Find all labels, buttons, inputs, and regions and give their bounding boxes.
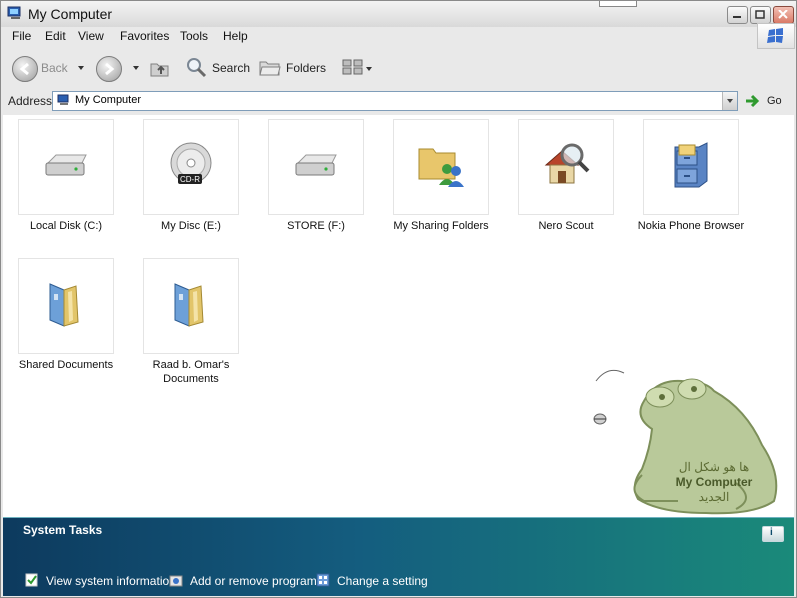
tile [18, 258, 114, 354]
info-icon: i [770, 527, 773, 538]
item-label: My Disc (E:) [161, 220, 221, 232]
windows-logo [757, 23, 795, 49]
views-dropdown-icon[interactable] [366, 67, 372, 71]
tile [268, 119, 364, 215]
tile [143, 258, 239, 354]
item-label: Local Disk (C:) [29, 220, 103, 232]
system-tasks-title: System Tasks [23, 523, 103, 537]
shared-folder-icon [418, 148, 464, 187]
title-bar[interactable]: My Computer [1, 1, 796, 27]
back-dropdown-icon[interactable] [78, 66, 84, 70]
item-label: Nero Scout [538, 220, 594, 232]
folders-icon[interactable] [259, 58, 281, 76]
forward-button[interactable] [96, 56, 122, 82]
menu-edit[interactable]: Edit [45, 29, 66, 43]
view-system-information-link[interactable]: View system information [46, 574, 176, 588]
item-label: Shared Documents [18, 359, 114, 371]
menu-file[interactable]: File [12, 29, 31, 43]
go-button[interactable]: Go [767, 95, 782, 107]
item-label: Raad b. Omar's Documents [152, 359, 230, 385]
back-button[interactable] [12, 56, 38, 82]
my-computer-icon [57, 94, 69, 105]
title-notch [599, 1, 637, 7]
tile [643, 119, 739, 215]
watermark-arabic-line: ها هو شكل ال [678, 460, 750, 474]
views-icon[interactable] [342, 59, 364, 75]
house-magnifier-icon [544, 143, 590, 184]
maximize-icon [755, 10, 765, 19]
menu-tools[interactable]: Tools [180, 29, 208, 43]
toolbar: Back Search Folders [1, 49, 796, 87]
watermark-english-line: My Computer [675, 475, 753, 489]
menu-favorites[interactable]: Favorites [120, 29, 169, 43]
back-arrow-icon [19, 62, 29, 76]
hard-disk-icon [295, 154, 337, 176]
item-label: My Sharing Folders [393, 220, 489, 232]
close-icon [778, 10, 788, 19]
cd-badge: CD-R [180, 175, 200, 184]
system-tasks-pane: System Tasks i View system information A… [3, 517, 794, 596]
minimize-icon [733, 16, 741, 18]
menu-view[interactable]: View [78, 29, 104, 43]
close-button[interactable] [773, 6, 794, 24]
forward-arrow-icon [105, 62, 115, 76]
maximize-button[interactable] [750, 6, 771, 24]
window-title: My Computer [28, 6, 113, 22]
tile [518, 119, 614, 215]
add-remove-programs-icon [169, 575, 183, 587]
forward-dropdown-icon[interactable] [133, 66, 139, 70]
go-arrow-icon[interactable] [744, 93, 762, 109]
address-label: Address [8, 94, 53, 108]
windows-flag-icon [767, 28, 783, 43]
change-a-setting-link[interactable]: Change a setting [337, 574, 428, 588]
documents-folder-icon [174, 283, 204, 327]
system-info-icon [25, 573, 38, 587]
up-folder-icon[interactable] [149, 58, 171, 78]
file-cabinet-icon [674, 142, 708, 188]
address-bar: Address My Computer Go [1, 89, 796, 113]
tile: CD-R [143, 119, 239, 215]
address-field[interactable]: My Computer [52, 91, 738, 111]
minimize-button[interactable] [727, 6, 748, 24]
cd-drive-icon: CD-R [170, 142, 212, 184]
menu-bar: File Edit View Favorites Tools Help [1, 27, 796, 47]
tile [18, 119, 114, 215]
hard-disk-icon [45, 154, 87, 176]
item-label: Nokia Phone Browser [637, 220, 745, 232]
my-computer-icon [7, 6, 21, 19]
address-dropdown-button[interactable] [722, 92, 737, 110]
search-button[interactable]: Search [212, 61, 250, 75]
info-button[interactable]: i [762, 526, 784, 542]
address-value: My Computer [75, 94, 142, 106]
explorer-window: My Computer File Edit View Favorites Too… [0, 0, 797, 598]
back-label[interactable]: Back [41, 61, 68, 75]
item-label: STORE (F:) [287, 220, 345, 232]
folders-button[interactable]: Folders [286, 61, 326, 75]
documents-folder-icon [49, 283, 79, 327]
search-icon[interactable] [185, 56, 207, 78]
control-panel-icon [316, 573, 330, 587]
watermark-arabic-line-2: الجديد [698, 490, 730, 504]
menu-help[interactable]: Help [223, 29, 248, 43]
tile [393, 119, 489, 215]
add-remove-programs-link[interactable]: Add or remove programs [190, 574, 323, 588]
